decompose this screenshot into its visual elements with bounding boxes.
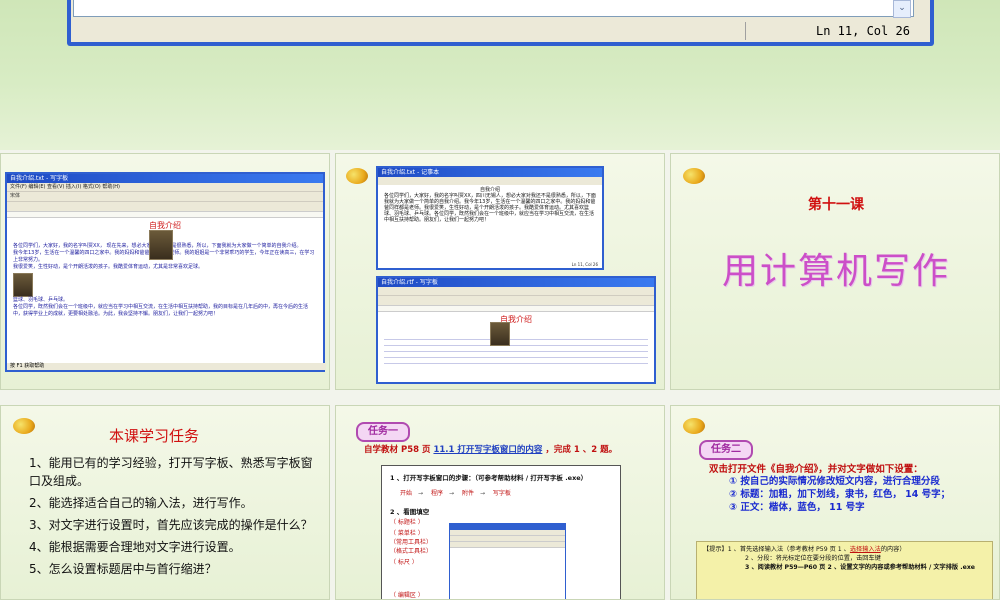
wordpad2-ruler xyxy=(378,305,654,312)
hint-link[interactable]: 选择输入法 xyxy=(850,546,881,553)
lesson-title: 用计算机写作 xyxy=(721,251,950,292)
task-two-lead: 双击打开文件《自我介绍》，并对文字做如下设置： xyxy=(709,464,923,475)
font-box: 宋体 xyxy=(10,193,21,199)
task-two-item: ① 按自己的实际情况修改短文内容，进行合理分段 xyxy=(729,476,940,487)
instruction-suffix: ，完成 1 、2 题。 xyxy=(545,445,618,455)
deredu-logo xyxy=(13,418,35,434)
document-heading: 自我介绍 xyxy=(149,221,181,230)
notepad-window-fragment: ⌄ Ln 11, Col 26 xyxy=(67,0,934,46)
label-ruler: （ 标尺 ） xyxy=(390,559,418,566)
wordpad-window: 自我介绍.txt - 写字板 文件(F) 编辑(E) 查看(V) 插入(I) 格… xyxy=(5,172,326,372)
slide-thumbnail-wordpad[interactable]: 自我介绍.txt - 写字板 文件(F) 编辑(E) 查看(V) 插入(I) 格… xyxy=(0,153,330,390)
instruction-link[interactable]: 11.1 打开写字板窗口的内容 xyxy=(433,445,542,455)
notepad-text-area[interactable]: ⌄ xyxy=(73,0,914,18)
task-item: 4、能根据需要合理地对文字进行设置。 xyxy=(29,540,241,554)
task-two-badge: 任务二 xyxy=(699,440,753,460)
slide-thumbnail-learning-tasks[interactable]: 本课学习任务 1、能用已有的学习经验，打开写字板、熟悉写字板窗口及组成。 2、能… xyxy=(0,405,330,600)
task-one-instruction: 自学教材 P58 页 11.1 打开写字板窗口的内容 ，完成 1 、2 题。 xyxy=(364,443,617,455)
notepad-text: 各位同学们，大家好，我的名字叫贾XX，四川无锡人，想必大家对我还不是很熟悉，所以… xyxy=(384,193,596,223)
notepad-title-bar: 自我介绍.txt - 记事本 xyxy=(378,168,602,177)
label-edit-area: （ 编辑区 ） xyxy=(390,592,424,599)
lesson-number: 第十一课 xyxy=(808,197,864,213)
wordpad-diagram xyxy=(449,523,566,599)
worksheet-box: 1 、打开写字板窗口的步骤：（可参考帮助材料 / 打开写字板 .exe） 开始 →… xyxy=(381,465,621,599)
step-programs: 程序 xyxy=(430,490,443,497)
document-para-3: 我很爱笑，生性好动，是个开朗活泼的孩子。我酷爱体育运动，尤其是非常喜欢足球。 xyxy=(13,264,204,270)
step-wordpad: 写字板 xyxy=(492,490,511,497)
wordpad-window-2: 自我介绍.rtf - 写字板 自我介绍 xyxy=(376,276,656,384)
hint-prefix: 【提示】1 、首先选择输入法（参考教材 P59 页 1 、 xyxy=(703,546,850,553)
slide-thumbnail-lesson-title[interactable]: 第十一课 用计算机写作 xyxy=(670,153,1000,390)
wordpad-menu-bar: 文件(F) 编辑(E) 查看(V) 插入(I) 格式(O) 帮助(H) xyxy=(7,183,323,191)
task-item: 2、能选择适合自己的输入法，进行写作。 xyxy=(29,496,253,510)
scroll-down-button[interactable]: ⌄ xyxy=(893,0,911,18)
wordpad-ruler xyxy=(7,211,323,218)
logo-disc-icon xyxy=(683,168,705,184)
hint-line-2: 2 、分段：将光标定位在要分段的位置，击回车键 xyxy=(745,555,881,562)
notepad-content: 自我介绍 各位同学们，大家好，我的名字叫贾XX，四川无锡人，想必大家对我还不是很… xyxy=(378,185,602,225)
slide-thumbnail-task-one[interactable]: 任务一 自学教材 P58 页 11.1 打开写字板窗口的内容 ，完成 1 、2 … xyxy=(335,405,665,600)
label-format-toolbar: （格式工具栏） xyxy=(390,548,433,555)
task-two-item: ② 标题：加粗，加下划线，隶书，红色， 14 号字； xyxy=(729,489,951,500)
wordpad-document: 自我介绍 各位同学们，大家好，我的名字叫贾XX， 现在先来，想必大家对我还不是很… xyxy=(7,218,323,320)
hint-box: 【提示】1 、首先选择输入法（参考教材 P59 页 1 、选择输入法的内容） 2… xyxy=(696,541,993,599)
hint-line-3: 3 、阅读教材 P59—P60 页 2 、设置文字的内容或参考帮助材料 / 文字… xyxy=(745,564,976,571)
logo-disc-icon xyxy=(346,168,368,184)
question-1: 1 、打开写字板窗口的步骤：（可参考帮助材料 / 打开写字板 .exe） xyxy=(390,474,588,482)
notepad-menu-bar xyxy=(378,177,602,185)
step-accessories: 附件 xyxy=(461,490,474,497)
wordpad-status-bar: 按 F1 获取帮助 xyxy=(7,363,326,370)
task-two-item: ③ 正文：楷体，蓝色， 11 号字 xyxy=(729,502,865,513)
label-title-bar: （ 标题栏 ） xyxy=(390,519,424,526)
slide-thumbnail-notepad-wordpad[interactable]: 自我介绍.txt - 记事本 自我介绍 各位同学们，大家好，我的名字叫贾XX，四… xyxy=(335,153,665,390)
wordpad2-toolbar xyxy=(378,295,654,305)
hint-tail: 的内容） xyxy=(880,546,906,553)
portrait-photo xyxy=(149,230,173,260)
task-item: 3、对文字进行设置时，首先应该完成的操作是什么？ xyxy=(29,518,313,532)
task-item: 1、能用已有的学习经验，打开写字板、熟悉写字板窗口及组成。 xyxy=(29,456,313,488)
open-steps: 开始 → 程序 → 附件 → 写字板 xyxy=(400,490,511,497)
wordpad2-menu-bar xyxy=(378,287,654,295)
task-one-badge: 任务一 xyxy=(356,422,410,442)
logo-disc-icon xyxy=(683,418,705,434)
wordpad2-title-bar: 自我介绍.rtf - 写字板 xyxy=(378,278,654,287)
wordpad-toolbar: 宋体 xyxy=(7,191,323,201)
deredu-logo xyxy=(683,418,705,434)
diagram-format-bar xyxy=(450,542,565,548)
slide-thumbnail-task-two[interactable]: 任务二 双击打开文件《自我介绍》，并对文字做如下设置： ① 按自己的实际情况修改… xyxy=(670,405,1000,600)
wordpad-title-bar: 自我介绍.txt - 写字板 xyxy=(7,174,323,183)
notepad-window-body: ⌄ Ln 11, Col 26 xyxy=(71,0,930,42)
notepad-window: 自我介绍.txt - 记事本 自我介绍 各位同学们，大家好，我的名字叫贾XX，四… xyxy=(376,166,604,270)
notepad-status: Ln 11, Col 26 xyxy=(571,262,598,267)
step-start: 开始 xyxy=(400,490,413,497)
sports-photo xyxy=(13,273,33,297)
logo-disc-icon xyxy=(13,418,35,434)
wordpad2-text-lines xyxy=(384,339,648,369)
learning-tasks-title: 本课学习任务 xyxy=(109,427,200,445)
label-menu-bar: （ 菜单栏 ） xyxy=(390,530,424,537)
learning-tasks-list: 1、能用已有的学习经验，打开写字板、熟悉写字板窗口及组成。 2、能选择适合自己的… xyxy=(29,454,319,582)
document-para-4: 篮球、羽毛球、乒乓球。 xyxy=(13,297,69,303)
deredu-logo xyxy=(346,168,368,184)
task-two-items: ① 按自己的实际情况修改短文内容，进行合理分段 ② 标题：加粗，加下划线，隶书，… xyxy=(729,475,950,514)
status-line-column: Ln 11, Col 26 xyxy=(745,22,925,40)
document-para-5: 各位同学，既然我们会在一个班级中，就应当在学习中相互交流，在生活中相互扶持帮助，… xyxy=(13,304,309,317)
portrait-photo-2 xyxy=(490,322,510,346)
label-standard-toolbar: （常用工具栏） xyxy=(390,539,433,546)
wordpad-format-bar xyxy=(7,201,323,211)
wordpad2-document: 自我介绍 xyxy=(378,312,654,371)
wordpad2-heading: 自我介绍 xyxy=(500,315,532,324)
task-item: 5、怎么设置标题居中与首行缩进？ xyxy=(29,562,217,576)
instruction-prefix: 自学教材 P58 页 xyxy=(364,445,431,455)
question-2: 2 、看图填空 xyxy=(390,508,430,516)
deredu-logo xyxy=(683,168,705,184)
hint-line-1: 【提示】1 、首先选择输入法（参考教材 P59 页 1 、选择输入法的内容） xyxy=(703,545,986,554)
